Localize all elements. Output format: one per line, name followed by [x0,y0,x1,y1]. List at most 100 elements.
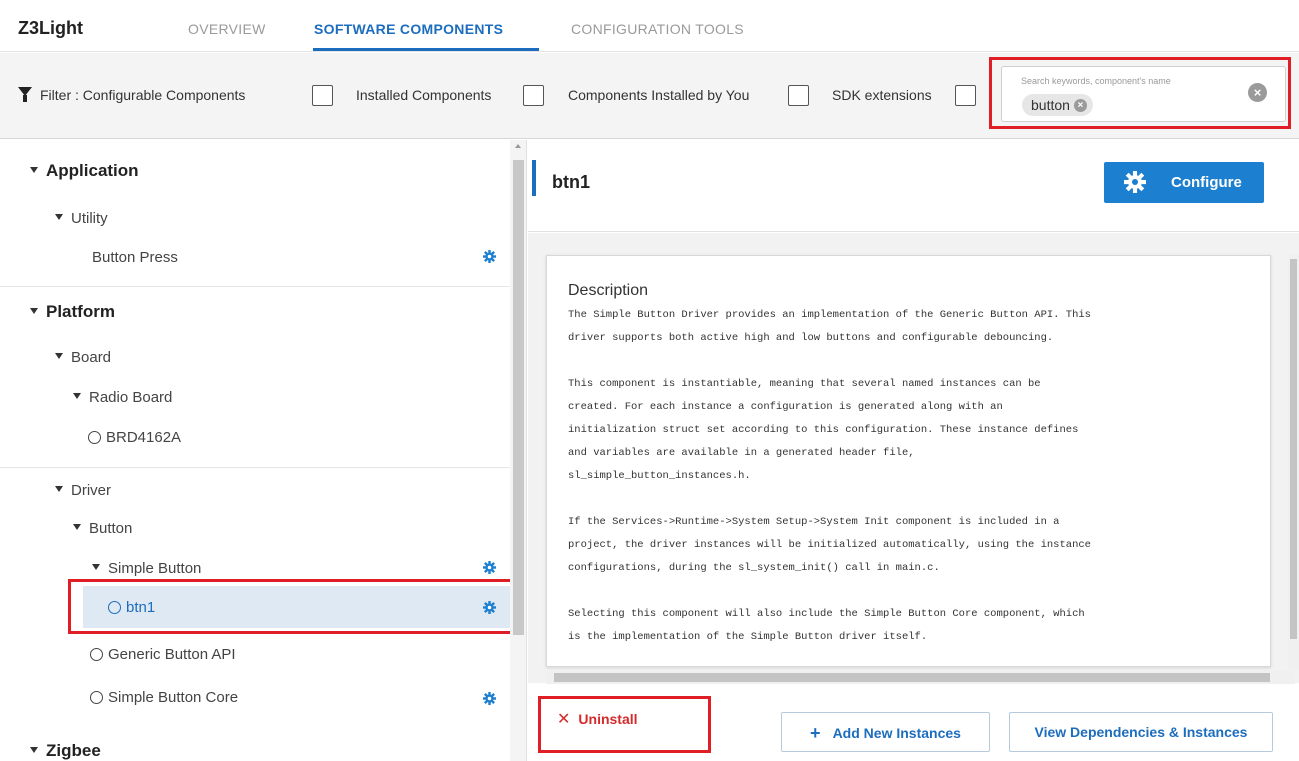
tree-node-label: btn1 [126,599,156,616]
description-line: configurations, during the sl_system_ini… [568,562,940,574]
chip-remove-icon[interactable]: × [1073,98,1087,112]
expand-icon [30,746,38,753]
tree-node-simple-button-core[interactable]: Simple Button Core [90,689,238,706]
description-line: created. For each instance a configurati… [568,401,1003,413]
installed-by-you-label: Components Installed by You [568,87,750,103]
filter-bar: Filter : Configurable Components Install… [0,53,1299,139]
installed-check-icon [88,430,101,444]
expand-icon [55,353,63,360]
view-dependencies-label: View Dependencies & Instances [1034,724,1248,740]
gear-icon[interactable] [483,250,496,263]
add-new-instances-button[interactable]: + Add New Instances [781,712,990,752]
expand-icon [55,214,63,221]
tree-node-label: Generic Button API [108,646,236,663]
scrollbar-thumb[interactable] [1290,259,1297,639]
tree-node-board[interactable]: Board [55,349,111,366]
filter-configurable-label: Filter : Configurable Components [40,87,246,103]
tree-node-generic-button-api[interactable]: Generic Button API [90,646,236,663]
add-instances-label: Add New Instances [832,725,961,741]
description-line: initialization struct set according to t… [568,424,1079,436]
description-vertical-scrollbar[interactable] [1288,255,1299,670]
tree-node-application[interactable]: Application [30,161,139,181]
view-dependencies-button[interactable]: View Dependencies & Instances [1009,712,1273,752]
tree-node-brd4162a[interactable]: BRD4162A [88,429,181,446]
divider [0,467,510,468]
tree-node-label: Application [46,161,139,180]
gear-icon [1124,171,1146,193]
scroll-up-icon[interactable] [515,144,521,148]
scrollbar-thumb[interactable] [513,160,524,635]
tree-node-btn1[interactable]: btn1 [108,599,155,616]
tree-node-button-press[interactable]: Button Press [92,249,178,266]
tab-configuration-tools[interactable]: CONFIGURATION TOOLS [571,21,744,37]
tree-node-radio-board[interactable]: Radio Board [73,389,172,406]
installed-by-you-checkbox[interactable] [788,85,809,106]
top-tab-bar: Z3Light OVERVIEW SOFTWARE COMPONENTS CON… [0,0,1299,52]
expand-icon [30,307,38,314]
close-icon: ✕ [557,711,571,728]
tree-node-driver[interactable]: Driver [55,482,111,499]
uninstall-label: Uninstall [578,711,638,727]
description-line [568,580,1268,603]
uninstall-button[interactable]: ✕ Uninstall [541,700,706,740]
tree-node-simple-button[interactable]: Simple Button [92,560,201,577]
description-line [568,350,1268,373]
configure-button[interactable]: Configure [1104,162,1264,203]
tree-node-label: BRD4162A [106,429,182,446]
description-line: driver supports both active high and low… [568,332,1054,344]
tree-node-utility[interactable]: Utility [55,210,108,227]
installed-check-icon [90,690,103,704]
configurable-components-checkbox[interactable] [312,85,333,106]
description-line: Selecting this component will also inclu… [568,608,1085,620]
expand-icon [30,166,38,173]
gear-icon[interactable] [483,561,496,574]
component-detail-header: btn1 Configure [528,140,1299,232]
tab-software-components[interactable]: SOFTWARE COMPONENTS [314,21,503,37]
search-input[interactable]: Search keywords, component's name button… [1001,66,1286,122]
description-line: project, the driver instances will be in… [568,539,1091,551]
tree-node-platform[interactable]: Platform [30,302,115,322]
tree-node-label: Driver [71,482,111,499]
tree-scrollbar[interactable] [510,140,526,761]
tree-node-label: Button [89,520,133,537]
tree-node-label: Radio Board [89,389,173,406]
description-horizontal-scrollbar[interactable] [546,671,1295,684]
description-heading: Description [568,282,649,299]
expand-icon [55,486,63,493]
component-tree: Application Utility Button Press Platfor… [0,140,527,761]
tab-overview[interactable]: OVERVIEW [188,21,266,37]
installed-check-icon [90,647,103,661]
installed-components-label: Installed Components [356,87,492,103]
installed-components-checkbox[interactable] [523,85,544,106]
tree-node-label: Simple Button Core [108,689,239,706]
active-tab-indicator [313,48,539,51]
tree-node-label: Platform [46,302,115,321]
search-chip[interactable]: button × [1022,94,1093,116]
description-line: If the Services->Runtime->System Setup->… [568,516,1060,528]
expand-icon [73,524,81,531]
search-placeholder: Search keywords, component's name [1021,76,1171,86]
plus-icon: + [810,723,821,743]
funnel-icon-stem [23,95,27,102]
app-title: Z3Light [18,18,83,38]
sdk-extensions-checkbox[interactable] [955,85,976,106]
scrollbar-thumb[interactable] [554,673,1270,682]
configure-label: Configure [1171,174,1242,191]
clear-search-icon[interactable]: × [1248,83,1267,102]
title-accent-bar [532,160,536,196]
search-chip-label: button [1031,97,1070,113]
description-line: and variables are available in a generat… [568,447,915,459]
sdk-extensions-label: SDK extensions [832,87,932,103]
gear-icon[interactable] [483,601,496,614]
description-line: sl_simple_button_instances.h. [568,470,751,482]
expand-icon [92,564,100,571]
tree-node-button[interactable]: Button [73,520,132,537]
action-footer: ✕ Uninstall + Add New Instances View Depen… [528,684,1299,761]
component-title: btn1 [552,172,590,192]
description-card: Description The Simple Button Driver pro… [546,255,1271,667]
gear-icon[interactable] [483,692,496,705]
tree-node-zigbee[interactable]: Zigbee [30,741,101,761]
description-line: The Simple Button Driver provides an imp… [568,309,1091,321]
description-line [568,488,1268,511]
expand-icon [73,393,81,400]
